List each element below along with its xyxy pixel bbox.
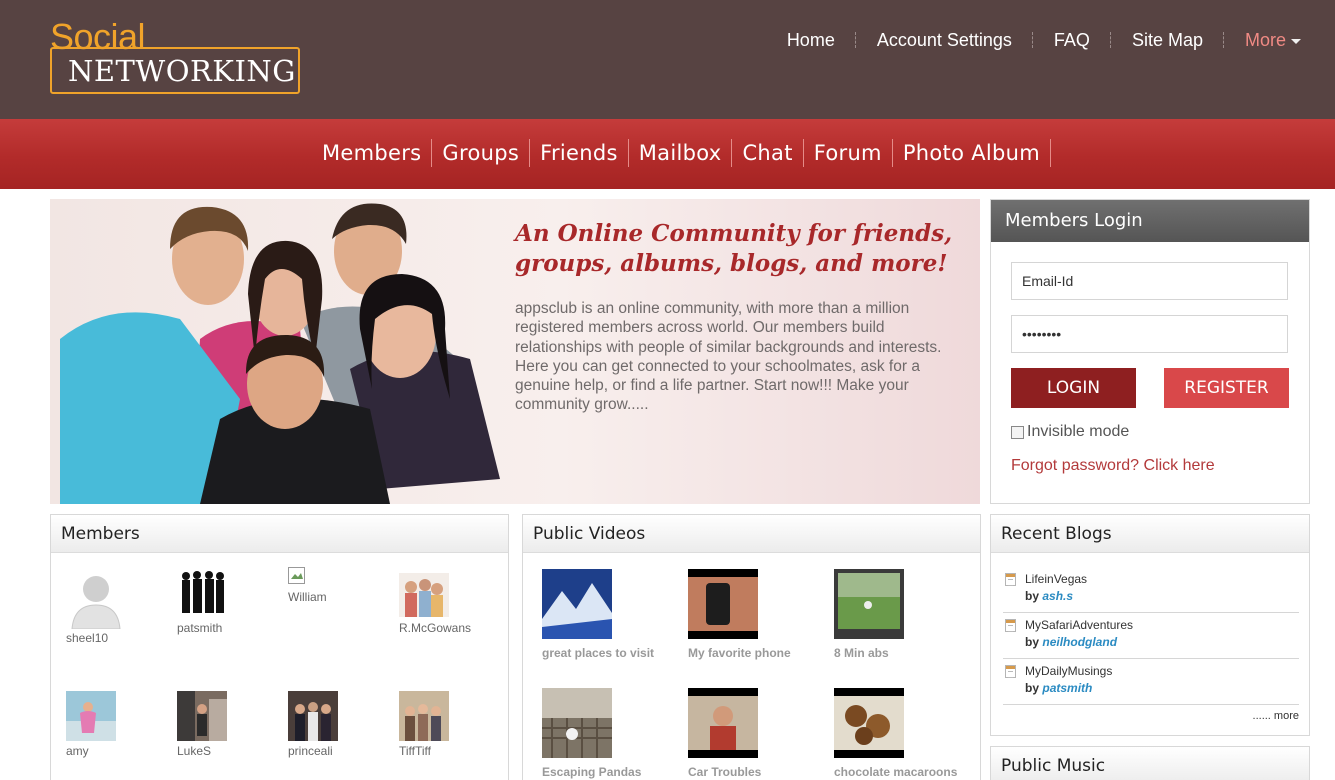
- video-title: chocolate macaroons: [834, 765, 958, 779]
- video-title: Escaping Pandas: [542, 765, 642, 779]
- blog-by-label: by: [1025, 589, 1040, 603]
- password-field[interactable]: ••••••••: [1011, 315, 1288, 353]
- blog-item[interactable]: MyDailyMusings by patsmith: [1003, 659, 1299, 705]
- main-nav-forum[interactable]: Forum: [804, 139, 893, 167]
- hero-title: An Online Community for friends, groups,…: [515, 220, 953, 277]
- hero-description: appsclub is an online community, with mo…: [515, 300, 942, 414]
- main-nav-mailbox[interactable]: Mailbox: [629, 139, 733, 167]
- email-field[interactable]: Email-Id: [1011, 262, 1288, 300]
- blog-title[interactable]: MySafariAdventures: [1025, 618, 1133, 632]
- invisible-mode-label: Invisible mode: [1027, 423, 1130, 440]
- blog-byline: by neilhodgland: [1025, 635, 1117, 649]
- member-name: sheel10: [66, 631, 109, 645]
- members-panel: Members sheel10 patsmith William R.McGow…: [50, 514, 509, 780]
- food-video-thumb: [834, 688, 904, 758]
- public-videos-panel: Public Videos great places to visit My f…: [522, 514, 981, 780]
- nav-account-settings-link[interactable]: Account Settings: [856, 28, 1034, 52]
- recent-blogs-panel: Recent Blogs LifeinVegas by ash.s MySafa…: [990, 514, 1310, 736]
- video-title: 8 Min abs: [834, 646, 889, 660]
- blog-author-link[interactable]: neilhodgland: [1042, 635, 1117, 649]
- friends-photo: [399, 691, 449, 741]
- hero-banner: An Online Community for friends, groups,…: [50, 199, 980, 504]
- blog-title[interactable]: MyDailyMusings: [1025, 664, 1112, 678]
- blog-byline: by patsmith: [1025, 681, 1092, 695]
- logo-box: NETWORKING: [50, 47, 300, 94]
- member-name: R.McGowans: [399, 621, 472, 635]
- mountains-video-thumb: [542, 569, 612, 639]
- park-video-thumb: [834, 569, 904, 639]
- main-navigation-bar: Members Groups Friends Mailbox Chat Foru…: [0, 119, 1335, 189]
- person-video-thumb: [688, 688, 758, 758]
- public-music-panel: Public Music: [990, 746, 1310, 780]
- blog-by-label: by: [1025, 681, 1040, 695]
- blogs-more-link[interactable]: ...... more: [1253, 710, 1299, 722]
- invisible-mode-row: Invisible mode: [1011, 423, 1129, 441]
- invisible-mode-checkbox[interactable]: [1011, 425, 1024, 439]
- blogs-panel-title: Recent Blogs: [991, 515, 1309, 553]
- video-title: Car Troubles: [688, 765, 762, 779]
- member-name: amy: [66, 744, 89, 758]
- member-name: TiffTiff: [399, 744, 432, 758]
- video-title: great places to visit: [542, 646, 655, 660]
- default-avatar-icon: [71, 576, 121, 629]
- family-photo: [399, 573, 449, 617]
- blog-author-link[interactable]: patsmith: [1042, 681, 1092, 695]
- main-nav-photo-album[interactable]: Photo Album: [893, 139, 1052, 167]
- login-panel-title: Members Login: [991, 200, 1309, 242]
- nav-more-dropdown[interactable]: More: [1224, 28, 1305, 52]
- nav-home-link[interactable]: Home: [766, 28, 856, 52]
- nav-more-label: More: [1244, 30, 1286, 50]
- blog-title[interactable]: LifeinVegas: [1025, 572, 1087, 586]
- phone-video-thumb: [688, 569, 758, 639]
- caret-down-icon: [1291, 38, 1301, 44]
- beach-photo: [66, 691, 116, 741]
- blog-item[interactable]: LifeinVegas by ash.s: [1003, 567, 1299, 613]
- videos-panel-title: Public Videos: [523, 515, 980, 553]
- nav-faq-link[interactable]: FAQ: [1033, 28, 1111, 52]
- forgot-password-link[interactable]: Forgot password? Click here: [1011, 457, 1215, 475]
- member-name: patsmith: [177, 621, 223, 635]
- group-photo: [288, 691, 338, 741]
- blog-item[interactable]: MySafariAdventures by neilhodgland: [1003, 613, 1299, 659]
- member-name: William: [288, 590, 327, 604]
- members-login-panel: Members Login Email-Id •••••••• LOGIN RE…: [990, 199, 1310, 504]
- main-nav-friends[interactable]: Friends: [530, 139, 629, 167]
- member-name: princeali: [288, 744, 333, 758]
- main-nav-chat[interactable]: Chat: [732, 139, 804, 167]
- video-title: My favorite phone: [688, 646, 791, 660]
- main-nav-groups[interactable]: Groups: [432, 139, 531, 167]
- hero-group-photo: [60, 203, 500, 504]
- street-photo: [177, 691, 227, 741]
- blog-post-icon: [1005, 619, 1016, 632]
- blog-by-label: by: [1025, 635, 1040, 649]
- main-nav-members[interactable]: Members: [312, 139, 433, 167]
- logo-networking-text: NETWORKING: [68, 54, 296, 88]
- blog-author-link[interactable]: ash.s: [1042, 589, 1073, 603]
- header-bar: Social NETWORKING Home Account Settings …: [0, 0, 1335, 119]
- broken-image-icon: [288, 567, 305, 584]
- main-navigation: Members Groups Friends Mailbox Chat Foru…: [312, 139, 1052, 167]
- nav-site-map-link[interactable]: Site Map: [1111, 28, 1225, 52]
- panda-video-thumb: [542, 688, 612, 758]
- blog-post-icon: [1005, 665, 1016, 678]
- blog-byline: by ash.s: [1025, 589, 1073, 603]
- top-navigation: Home Account Settings FAQ Site Map More: [766, 28, 1305, 52]
- site-logo[interactable]: Social NETWORKING: [50, 18, 300, 94]
- member-name: LukeS: [177, 744, 212, 758]
- blog-post-icon: [1005, 573, 1016, 586]
- group-silhouette-icon: [182, 571, 224, 613]
- music-panel-title: Public Music: [991, 747, 1309, 780]
- register-button[interactable]: REGISTER: [1164, 368, 1289, 408]
- members-panel-title: Members: [51, 515, 508, 553]
- login-button[interactable]: LOGIN: [1011, 368, 1136, 408]
